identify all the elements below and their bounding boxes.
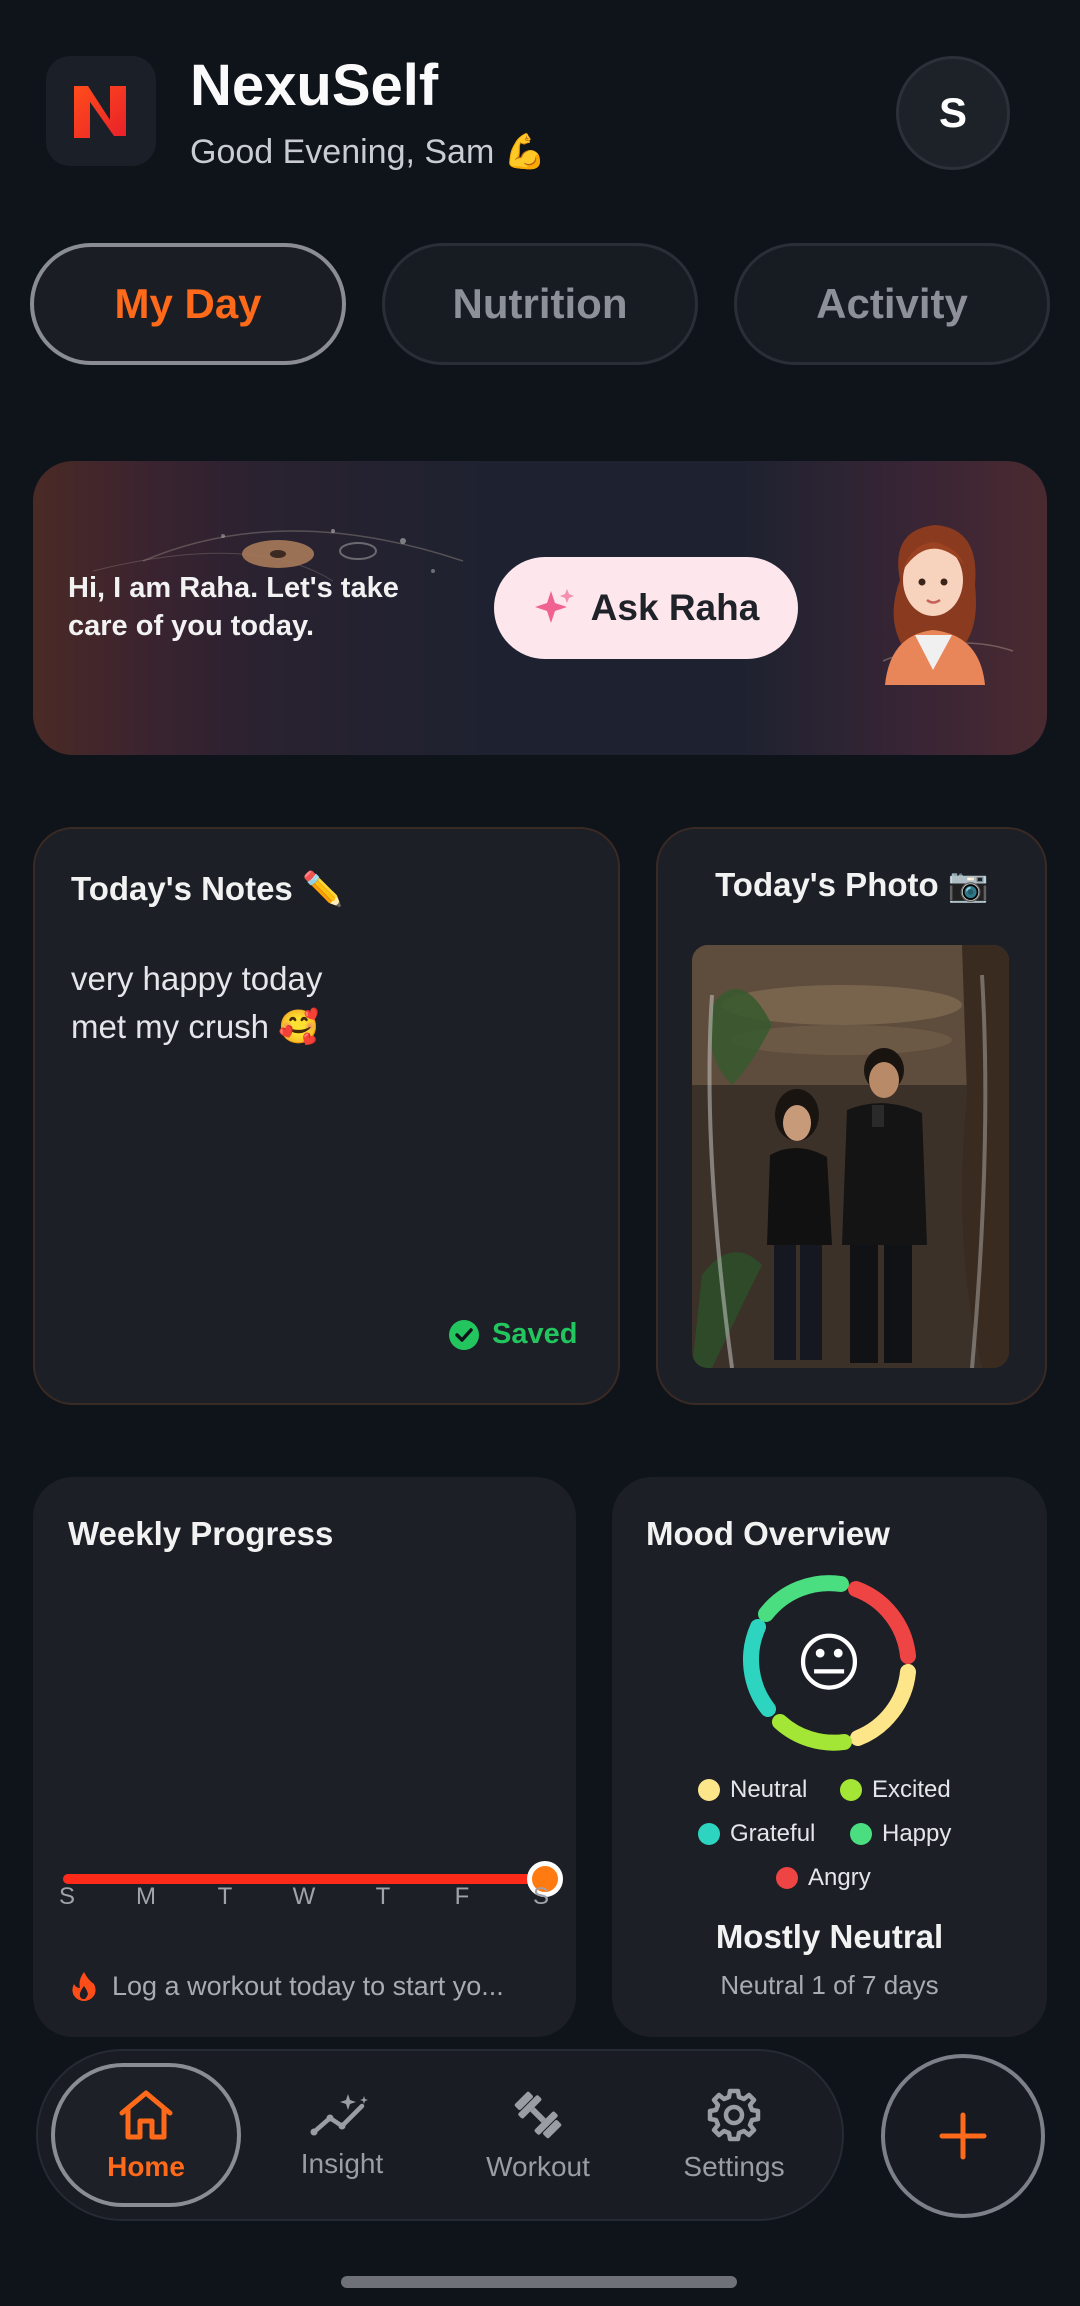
home-icon xyxy=(119,2090,173,2140)
legend-label: Neutral xyxy=(730,1776,808,1803)
weekly-progress-card[interactable] xyxy=(33,1477,576,2037)
legend-dot xyxy=(776,1867,798,1889)
mood-title: Mood Overview xyxy=(646,1515,890,1552)
legend-dot xyxy=(840,1779,862,1801)
tab-activity[interactable]: Activity xyxy=(734,243,1050,365)
tab-my-day[interactable]: My Day xyxy=(30,243,346,365)
legend-dot xyxy=(850,1823,872,1845)
nav-label: Home xyxy=(107,2151,185,2182)
tab-nutrition[interactable]: Nutrition xyxy=(382,243,698,365)
day-label: T xyxy=(217,1883,233,1910)
legend-label: Grateful xyxy=(730,1820,816,1847)
day-label: S xyxy=(58,1883,75,1910)
add-button[interactable] xyxy=(881,2054,1045,2218)
workout-hint: Log a workout today to start yo... xyxy=(70,1970,504,2002)
notes-title: Today's Notes ✏️ xyxy=(71,870,344,907)
ask-raha-label: Ask Raha xyxy=(590,587,760,628)
legend-angry: Angry xyxy=(776,1864,871,1892)
nav-label: Insight xyxy=(300,2148,384,2179)
ask-raha-button[interactable]: Ask Raha xyxy=(494,557,798,659)
legend-grateful: Grateful xyxy=(698,1820,815,1848)
legend-excited: Excited xyxy=(840,1776,951,1804)
legend-neutral: Neutral xyxy=(698,1776,807,1804)
mood-summary: Mostly Neutral xyxy=(715,1918,944,1955)
legend-dot xyxy=(698,1779,720,1801)
mood-segment-excited xyxy=(772,1714,852,1751)
gear-icon xyxy=(707,2088,761,2142)
saved-status: Saved xyxy=(448,1318,577,1351)
legend-label: Angry xyxy=(808,1864,871,1891)
today-photo[interactable] xyxy=(692,945,1009,1368)
photo-image xyxy=(692,945,1009,1368)
greeting-text: Good Evening, Sam 💪 xyxy=(190,133,547,171)
logo-icon xyxy=(74,86,126,138)
app-logo xyxy=(46,56,156,166)
weekly-progress-title: Weekly Progress xyxy=(68,1515,334,1552)
app-title: NexuSelf xyxy=(190,53,439,118)
day-label: T xyxy=(375,1883,391,1910)
notes-line: very happy today xyxy=(71,960,323,997)
insight-icon xyxy=(310,2094,368,2136)
avatar[interactable]: S xyxy=(896,56,1010,170)
banner-text: Hi, I am Raha. Let's take care of you to… xyxy=(68,572,399,642)
flame-icon xyxy=(72,1972,96,2001)
mood-detail: Neutral 1 of 7 days xyxy=(720,1970,939,2000)
day-label: M xyxy=(136,1883,156,1910)
photo-title: Today's Photo 📷 xyxy=(715,866,989,903)
nav-home[interactable]: Home xyxy=(51,2063,241,2207)
day-label: W xyxy=(292,1883,316,1910)
day-label: S xyxy=(532,1883,549,1910)
legend-dot xyxy=(698,1823,720,1845)
check-circle-icon xyxy=(449,1319,479,1350)
home-indicator[interactable] xyxy=(341,2276,737,2288)
nav-settings[interactable]: Settings xyxy=(639,2063,829,2207)
day-label: F xyxy=(454,1883,470,1910)
dumbbell-icon xyxy=(514,2091,562,2139)
legend-happy: Happy xyxy=(850,1820,951,1848)
nav-label: Settings xyxy=(683,2151,785,2182)
workout-hint-text: Log a workout today to start yo... xyxy=(112,1970,504,2001)
nav-insight[interactable]: Insight xyxy=(247,2063,437,2207)
nav-label: Workout xyxy=(486,2151,590,2182)
plus-icon xyxy=(939,2112,987,2160)
saved-label: Saved xyxy=(492,1318,578,1350)
notes-text[interactable]: very happy today met my crush 🥰 xyxy=(71,955,322,1051)
mood-segment-grateful xyxy=(743,1619,776,1717)
mood-face-icon: 😐 xyxy=(795,1627,863,1699)
raha-avatar-illustration xyxy=(840,510,1020,690)
notes-line: met my crush 🥰 xyxy=(71,1007,320,1045)
sparkle-icon xyxy=(534,589,574,623)
nav-workout[interactable]: Workout xyxy=(443,2063,633,2207)
mood-segment-happy xyxy=(758,1575,849,1622)
legend-label: Happy xyxy=(882,1820,952,1847)
legend-label: Excited xyxy=(872,1776,951,1803)
